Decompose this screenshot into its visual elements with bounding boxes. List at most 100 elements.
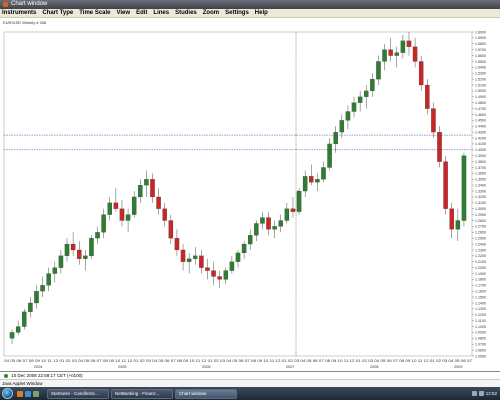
y-tick-label: 1.5700	[475, 48, 486, 52]
menu-zoom[interactable]: Zoom	[203, 9, 219, 18]
candle-down	[180, 249, 186, 262]
taskbar-button-startseite[interactable]: Startseite - Candlestic...	[47, 388, 109, 399]
candle-up	[138, 185, 143, 198]
candle-up	[278, 220, 283, 227]
candle-up	[333, 132, 338, 145]
candle-down	[70, 243, 76, 251]
title-bar[interactable]: Chart window	[0, 0, 500, 9]
candle-up	[95, 232, 100, 239]
y-tick-label: 1.4000	[475, 148, 486, 152]
menu-help[interactable]: Help	[255, 9, 268, 18]
y-tick-label: 1.3500	[475, 178, 486, 182]
candle-down	[168, 220, 174, 239]
candle-up	[382, 49, 387, 62]
candle-down	[290, 208, 296, 212]
chart-window: Chart window Instruments Chart Type Time…	[0, 0, 500, 400]
x-year-label: 2004	[34, 365, 42, 369]
x-year-label: 2009	[454, 365, 462, 369]
candle-up	[9, 332, 15, 339]
candle-up	[34, 291, 39, 304]
y-tick-label: 1.5500	[475, 60, 486, 64]
y-tick-label: 1.4300	[475, 130, 486, 134]
candlestick-chart[interactable]: 1.6000 1.5900 1.5800 1.5700 1.5600 1.5500 1.54…	[0, 26, 500, 372]
y-tick-label: 1.2500	[475, 236, 486, 240]
y-tick-label: 1.1000	[475, 325, 486, 329]
y-tick-label: 1.1100	[475, 319, 486, 323]
y-tick-label: 1.0800	[475, 337, 486, 341]
y-tick-label: 1.5300	[475, 72, 486, 76]
candle-up	[247, 235, 253, 245]
start-button[interactable]	[2, 388, 13, 399]
quick-launch	[17, 390, 41, 397]
y-tick-label: 1.5000	[475, 89, 486, 93]
ie-icon[interactable]	[25, 390, 31, 397]
y-tick-label: 1.3100	[475, 201, 486, 205]
candle-down	[443, 161, 448, 209]
candle-down	[431, 108, 436, 133]
y-tick-label: 1.4200	[475, 136, 486, 140]
menu-edit[interactable]: Edit	[136, 9, 147, 18]
candle-up	[461, 155, 467, 221]
candle-up	[284, 208, 290, 221]
y-tick-label: 1.1600	[475, 290, 486, 294]
y-tick-label: 1.2700	[475, 225, 486, 229]
y-tick-label: 1.2300	[475, 248, 486, 252]
candle-down	[162, 208, 167, 221]
x-year-label: 2007	[286, 365, 294, 369]
y-tick-label: 1.1900	[475, 272, 486, 276]
taskbar-button-netbanking[interactable]: NetBanking - Finanz...	[111, 388, 173, 399]
candle-up	[296, 190, 302, 212]
y-tick-label: 1.2200	[475, 254, 486, 258]
candle-up	[40, 285, 45, 292]
candle-down	[199, 255, 204, 268]
system-tray: 12:52	[471, 391, 497, 396]
candle-down	[156, 196, 161, 209]
menu-lines[interactable]: Lines	[153, 9, 169, 18]
y-tick-label: 1.1200	[475, 313, 486, 317]
y-tick-label: 1.4500	[475, 119, 486, 123]
y-tick-label: 1.4400	[475, 125, 486, 129]
volume-icon[interactable]	[478, 391, 484, 396]
candle-down	[309, 176, 314, 183]
menu-chart-type[interactable]: Chart Type	[42, 9, 73, 18]
y-tick-label: 1.3000	[475, 207, 486, 211]
network-icon[interactable]	[471, 391, 477, 396]
y-tick-label: 1.4100	[475, 142, 486, 146]
x-year-label: 2005	[118, 365, 126, 369]
menu-settings[interactable]: Settings	[225, 9, 249, 18]
y-tick-label: 1.2600	[475, 231, 486, 235]
y-tick-label: 1.6000	[475, 30, 486, 34]
candle-down	[211, 270, 216, 277]
candle-up	[327, 143, 332, 168]
menu-instruments[interactable]: Instruments	[2, 9, 36, 18]
candle-up	[125, 214, 131, 221]
menu-time-scale[interactable]: Time Scale	[79, 9, 110, 18]
clock[interactable]: 12:52	[486, 391, 497, 396]
menu-studies[interactable]: Studies	[175, 9, 197, 18]
y-tick-label: 1.5800	[475, 42, 486, 46]
y-tick-label: 1.1400	[475, 301, 486, 305]
candle-up	[22, 311, 27, 327]
x-year-label: 2008	[370, 365, 378, 369]
desktop-icon[interactable]	[33, 390, 39, 397]
candle-up	[223, 270, 229, 280]
menu-view[interactable]: View	[117, 9, 131, 18]
candle-down	[119, 208, 125, 221]
taskbar-button-chart-window[interactable]: Chart window	[175, 388, 237, 399]
candle-up	[144, 179, 149, 186]
y-tick-label: 1.2100	[475, 260, 486, 264]
y-tick-label: 1.5400	[475, 66, 486, 70]
y-tick-label: 1.1700	[475, 284, 486, 288]
y-tick-label: 1.3300	[475, 189, 486, 193]
y-tick-label: 1.2400	[475, 242, 486, 246]
y-tick-label: 1.0900	[475, 331, 486, 335]
candle-up	[400, 40, 406, 53]
candle-up	[101, 214, 106, 233]
y-tick-label: 1.1800	[475, 278, 486, 282]
candle-down	[266, 217, 271, 230]
y-tick-label: 1.0500	[475, 354, 486, 358]
y-tick-label: 1.3700	[475, 166, 486, 170]
candle-down	[388, 49, 393, 56]
y-tick-label: 1.2900	[475, 213, 486, 217]
firefox-icon[interactable]	[17, 390, 23, 397]
